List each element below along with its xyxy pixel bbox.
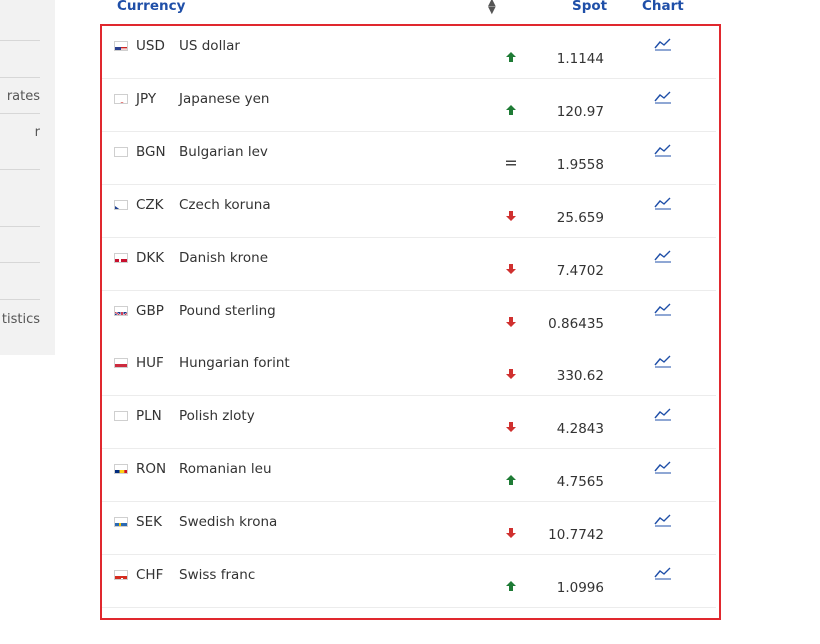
currency-name: Danish krone xyxy=(179,249,269,266)
sidebar-item-label: tistics xyxy=(1,312,40,327)
ch-flag-icon xyxy=(114,570,128,580)
arrow-up-icon xyxy=(502,51,520,65)
currency-column-header[interactable]: Currency xyxy=(117,0,185,14)
table-row: CHF Swiss franc 1.0996 xyxy=(102,555,716,608)
arrow-up-icon xyxy=(502,474,520,488)
cz-flag-icon xyxy=(114,199,128,210)
table-row: RON Romanian leu 4.7565 xyxy=(102,449,716,503)
currency-name: Czech koruna xyxy=(179,196,271,213)
sidebar-item-label: rates xyxy=(6,89,40,104)
line-chart-icon[interactable] xyxy=(654,248,672,263)
arrow-up-icon xyxy=(502,580,520,594)
line-chart-icon[interactable] xyxy=(654,406,672,421)
currency-code: DKK xyxy=(136,249,165,266)
currency-code: GBP xyxy=(136,302,164,319)
table-row: SEK Swedish krona 10.7742 xyxy=(102,502,716,556)
line-chart-icon[interactable] xyxy=(654,36,672,51)
arrow-up-icon xyxy=(502,104,520,118)
arrow-down-icon xyxy=(502,421,520,435)
se-flag-icon xyxy=(114,517,128,528)
table-row: PLN Polish zloty 4.2843 xyxy=(102,396,716,450)
currency-code: CZK xyxy=(136,196,164,213)
spot-rate: 4.2843 xyxy=(556,421,604,438)
spot-rate: 7.4702 xyxy=(556,262,604,279)
currency-table: USD US dollar 1.1144 JPY Japanese yen 120.97 B… xyxy=(100,24,721,620)
table-row: BGN Bulgarian lev 1.9558 xyxy=(102,131,716,185)
dk-flag-icon xyxy=(114,252,128,263)
arrow-down-icon xyxy=(502,368,520,382)
currency-code: USD xyxy=(136,38,165,54)
currency-code: HUF xyxy=(136,355,164,372)
line-chart-icon[interactable] xyxy=(654,301,672,315)
line-chart-icon[interactable] xyxy=(654,195,672,210)
spot-rate: 4.7565 xyxy=(556,474,604,491)
currency-code: JPY xyxy=(136,90,157,107)
line-chart-icon[interactable] xyxy=(654,459,672,474)
table-header: Currency ▲ ▼ Spot Chart xyxy=(100,0,720,24)
table-row: USD US dollar 1.1144 xyxy=(102,26,716,79)
table-row: GBP Pound sterling 0.86435 xyxy=(102,290,716,344)
spot-rate: 330.62 xyxy=(556,368,604,385)
equals-icon xyxy=(502,157,520,171)
currency-name: Japanese yen xyxy=(179,90,270,107)
currency-name: Hungarian forint xyxy=(179,355,290,372)
arrow-down-icon xyxy=(502,263,520,277)
bg-flag-icon xyxy=(114,146,128,157)
jp-flag-icon xyxy=(114,93,128,104)
spot-rate: 1.1144 xyxy=(556,51,604,67)
sidebar-item-label: r xyxy=(34,125,40,140)
sidebar: rates r tistics xyxy=(0,0,55,355)
currency-name: Swiss franc xyxy=(179,567,256,583)
currency-name: Swedish krona xyxy=(179,514,278,531)
table-row: CZK Czech koruna 25.659 xyxy=(102,184,716,238)
sidebar-item[interactable] xyxy=(0,41,40,78)
arrow-down-icon xyxy=(502,316,520,330)
table-row: DKK Danish krone 7.4702 xyxy=(102,237,716,291)
sort-icon[interactable]: ▲ ▼ xyxy=(488,0,496,16)
sidebar-item[interactable] xyxy=(0,0,40,41)
sidebar-item[interactable] xyxy=(0,170,40,227)
spot-rate: 0.86435 xyxy=(548,315,604,332)
line-chart-icon[interactable] xyxy=(654,89,672,104)
spot-rate: 120.97 xyxy=(556,103,604,120)
sidebar-item[interactable]: rates xyxy=(0,78,40,114)
hu-flag-icon xyxy=(114,358,128,369)
pl-flag-icon xyxy=(114,411,128,422)
currency-name: US dollar xyxy=(179,38,240,54)
spot-rate: 1.9558 xyxy=(556,156,604,173)
arrow-down-icon xyxy=(502,210,520,224)
currency-name: Bulgarian lev xyxy=(179,143,268,160)
ro-flag-icon xyxy=(114,464,128,475)
table-row: JPY Japanese yen 120.97 xyxy=(102,78,716,132)
spot-column-header[interactable]: Spot xyxy=(572,0,607,14)
us-flag-icon xyxy=(114,41,128,51)
chart-column-header: Chart xyxy=(642,0,684,14)
currency-code: RON xyxy=(136,461,167,478)
spot-rate: 1.0996 xyxy=(556,580,604,596)
line-chart-icon[interactable] xyxy=(654,142,672,157)
spot-rate: 10.7742 xyxy=(548,527,604,544)
currency-name: Romanian leu xyxy=(179,461,272,478)
table-row: HUF Hungarian forint 330.62 xyxy=(102,343,716,397)
spot-rate: 25.659 xyxy=(556,209,604,226)
line-chart-icon[interactable] xyxy=(654,512,672,527)
line-chart-icon[interactable] xyxy=(654,353,672,368)
currency-name: Polish zloty xyxy=(179,408,255,425)
sidebar-item[interactable] xyxy=(0,227,40,263)
arrow-down-icon xyxy=(502,527,520,541)
sidebar-item[interactable]: tistics xyxy=(0,300,40,354)
gb-flag-icon xyxy=(114,305,128,316)
currency-code: CHF xyxy=(136,567,164,583)
currency-code: PLN xyxy=(136,408,162,425)
currency-name: Pound sterling xyxy=(179,302,276,319)
sidebar-item[interactable] xyxy=(0,263,40,300)
currency-code: SEK xyxy=(136,514,162,531)
line-chart-icon[interactable] xyxy=(654,565,672,580)
currency-code: BGN xyxy=(136,143,166,160)
sidebar-item[interactable]: r xyxy=(0,114,40,170)
